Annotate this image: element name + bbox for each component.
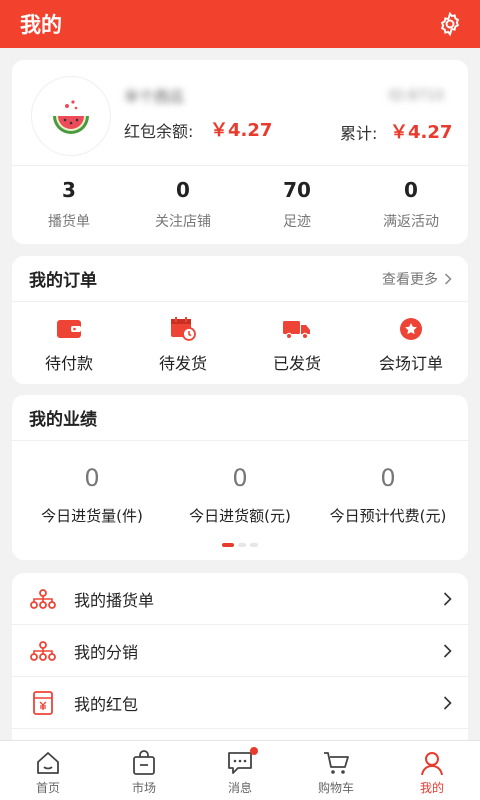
stat-label: 播货单 [48,214,90,230]
menu-label: 我的红包 [74,694,139,714]
chevron-right-icon [443,695,452,710]
tab-home[interactable]: 首页 [0,741,96,800]
stat-value: 70 [283,178,311,202]
performance-header: 我的业绩 [12,395,468,441]
perf-purchase-qty: 0 今日进货量(件) [18,463,166,526]
order-label: 已发货 [272,354,321,373]
total-value: ￥4.27 [390,122,453,143]
perf-value: 0 [84,464,100,492]
performance-card: 我的业绩 0 今日进货量(件) 0 今日进货额(元) 0 今日预计代费(元) [12,395,468,560]
perf-value: 0 [232,464,248,492]
page-dot [250,543,258,547]
page-title: 我的 [20,13,62,37]
home-icon [37,752,59,774]
perf-label: 今日进货额(元) [189,507,291,525]
view-more-label: 查看更多 [382,271,438,288]
calendar-clock-icon [171,317,196,341]
order-label: 待发货 [158,354,207,373]
performance-title: 我的业绩 [29,410,97,430]
page-indicator[interactable] [12,543,468,547]
tab-mine[interactable]: 我的 [384,741,480,800]
tab-cart[interactable]: 购物车 [288,741,384,800]
menu-list: 我的播货单 我的分销 我的红包 [12,573,468,753]
stat-label: 足迹 [283,214,311,230]
perf-value: 0 [380,464,396,492]
order-pending-payment[interactable]: 待付款 [12,314,126,374]
org-tree-icon [30,588,56,609]
order-shipped[interactable]: 已发货 [240,314,354,374]
total-label: 累计: [340,124,378,143]
menu-item-distribution[interactable]: 我的分销 [12,625,468,677]
perf-purchase-amount: 0 今日进货额(元) [166,463,314,526]
profile-card: 半个西瓜 ID:8710 红包余额: ￥4.27 累计: ￥4.27 3 播货单… [12,60,468,244]
stat-value: 0 [176,178,190,202]
user-id: ID:8710 [388,88,444,104]
tab-label: 首页 [35,781,60,795]
red-envelope-icon [33,690,53,715]
stat-label: 满返活动 [383,214,439,230]
truck-icon [283,321,310,340]
balance-value: ￥4.27 [210,120,273,141]
stat-rebate-events[interactable]: 0 满返活动 [354,176,468,231]
order-status-row: 待付款 待发货 已发货 会场订单 [12,302,468,374]
stat-footprints[interactable]: 70 足迹 [240,176,354,231]
message-icon [228,752,252,774]
unread-badge [250,747,258,755]
view-more-link[interactable]: 查看更多 [382,269,452,289]
page-dot [238,543,246,547]
tab-label: 消息 [227,781,252,795]
user-icon [421,752,443,776]
avatar[interactable] [31,76,111,156]
menu-label: 我的分销 [74,642,139,662]
order-label: 待付款 [44,354,93,373]
orders-card: 我的订单 查看更多 待付款 待发货 已发货 会场订单 [12,256,468,384]
stat-label: 关注店铺 [155,214,211,230]
order-label: 会场订单 [378,354,443,373]
orders-title: 我的订单 [29,271,97,291]
menu-item-broadcast-list[interactable]: 我的播货单 [12,573,468,625]
perf-label: 今日进货量(件) [41,507,143,525]
stat-value: 3 [62,178,76,202]
orders-header: 我的订单 查看更多 [12,256,468,302]
settings-gear-icon[interactable] [436,10,464,38]
page-dot [222,543,234,547]
nickname: 半个西瓜 [124,88,185,106]
perf-label: 今日预计代费(元) [329,507,447,525]
menu-label: 我的播货单 [74,590,155,610]
perf-estimated-fee: 0 今日预计代费(元) [314,463,462,526]
order-pending-shipment[interactable]: 待发货 [126,314,240,374]
watermelon-avatar-icon [53,100,89,134]
tab-label: 我的 [419,781,444,795]
stats-row: 3 播货单 0 关注店铺 70 足迹 0 满返活动 [12,176,468,231]
stat-value: 0 [404,178,418,202]
tab-label: 市场 [131,781,156,795]
balance-label: 红包余额: [124,122,194,141]
chevron-right-icon [443,643,452,658]
performance-row: 0 今日进货量(件) 0 今日进货额(元) 0 今日预计代费(元) [12,441,468,526]
tab-messages[interactable]: 消息 [192,741,288,800]
divider [12,165,468,166]
bottom-tab-bar: 首页 市场 消息 购物车 我的 [0,740,480,800]
stat-broadcast-list[interactable]: 3 播货单 [12,176,126,231]
order-venue[interactable]: 会场订单 [354,314,468,374]
chevron-right-icon [444,272,452,285]
wallet-icon [57,320,81,338]
stat-followed-shops[interactable]: 0 关注店铺 [126,176,240,231]
star-badge-icon [400,318,422,340]
menu-item-red-envelope[interactable]: 我的红包 [12,677,468,729]
top-header: 我的 [0,0,480,48]
chevron-right-icon [443,591,452,606]
org-tree-icon [30,640,56,661]
tab-label: 购物车 [317,781,354,795]
cart-icon [324,752,349,774]
bag-icon [133,750,155,775]
tab-market[interactable]: 市场 [96,741,192,800]
